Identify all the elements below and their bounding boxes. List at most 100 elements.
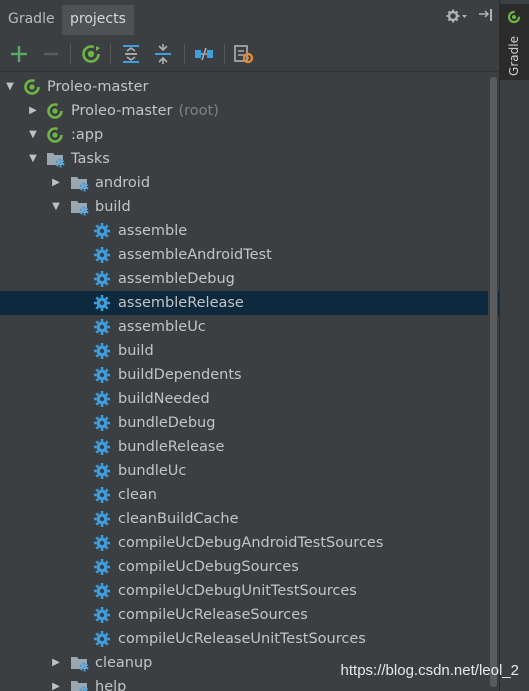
expanded-arrow-icon[interactable]: ▼	[50, 201, 62, 213]
task-row[interactable]: assembleAndroidTest	[0, 243, 500, 267]
task-row[interactable]: clean	[0, 483, 500, 507]
collapsed-arrow-icon[interactable]: ▶	[27, 105, 39, 117]
task-row[interactable]: compileUcDebugUnitTestSources	[0, 579, 500, 603]
expanded-arrow-icon[interactable]: ▼	[27, 153, 39, 165]
tree-node-label: Proleo-master (root)	[71, 103, 219, 119]
tree-node-row[interactable]: ▼ Tasks	[0, 147, 500, 171]
tree-node-label: build	[118, 343, 154, 359]
gear-icon	[93, 534, 111, 552]
tree-node-label: clean	[118, 487, 157, 503]
tree-node-label: bundleUc	[118, 463, 187, 479]
task-row[interactable]: assembleUc	[0, 315, 500, 339]
expanded-arrow-icon[interactable]: ▼	[27, 129, 39, 141]
gear-icon	[93, 318, 111, 336]
gear-icon	[93, 390, 111, 408]
tree-node-row[interactable]: ▼ Proleo-master	[0, 75, 500, 99]
tree-node-label: Proleo-master	[47, 79, 149, 95]
task-row[interactable]: bundleRelease	[0, 435, 500, 459]
expanded-arrow-icon[interactable]: ▼	[4, 81, 16, 93]
task-row[interactable]: buildNeeded	[0, 387, 500, 411]
settings-gear-icon[interactable]	[446, 9, 468, 27]
gear-icon	[93, 366, 111, 384]
toggle-offline-mode-icon[interactable]	[193, 43, 215, 65]
gradle-tool-window: Gradle projects ▼ Proleo-master ▶ Proleo…	[0, 0, 529, 691]
tree-node-label: Tasks	[71, 151, 110, 167]
tree-node-label: assembleRelease	[118, 295, 244, 311]
gear-icon	[93, 462, 111, 480]
gear-icon	[93, 558, 111, 576]
folder-gear-icon	[70, 198, 89, 216]
tree-node-label: :app	[71, 127, 104, 143]
tool-window-title: Gradle	[8, 11, 55, 27]
toolbar-separator	[110, 44, 111, 64]
toolbar-separator	[184, 44, 185, 64]
gradle-module-icon	[46, 102, 64, 120]
toolbar-separator	[224, 44, 225, 64]
task-row[interactable]: compileUcDebugAndroidTestSources	[0, 531, 500, 555]
folder-gear-icon	[70, 654, 89, 672]
watermark-url: https://blog.csdn.net/leol_2	[340, 662, 519, 679]
refresh-gradle-icon[interactable]	[80, 43, 102, 65]
hide-panel-icon[interactable]	[478, 9, 494, 27]
task-row[interactable]: compileUcDebugSources	[0, 555, 500, 579]
gear-icon	[93, 510, 111, 528]
task-row[interactable]: cleanBuildCache	[0, 507, 500, 531]
task-row[interactable]: assembleDebug	[0, 267, 500, 291]
scrollbar-thumb[interactable]	[490, 77, 497, 687]
tree-node-label: bundleRelease	[118, 439, 225, 455]
collapsed-arrow-icon[interactable]: ▶	[50, 681, 62, 691]
tree-node-row[interactable]: ▼ build	[0, 195, 500, 219]
gear-icon	[93, 438, 111, 456]
tree-node-label: cleanBuildCache	[118, 511, 239, 527]
tree-node-label: assembleAndroidTest	[118, 247, 272, 263]
task-row[interactable]: bundleUc	[0, 459, 500, 483]
tree-node-row[interactable]: ▶ Proleo-master (root)	[0, 99, 500, 123]
collapsed-arrow-icon[interactable]: ▶	[50, 177, 62, 189]
gear-icon	[93, 606, 111, 624]
tree-node-label: cleanup	[95, 655, 153, 671]
vertical-scrollbar[interactable]	[488, 75, 498, 691]
gradle-settings-icon[interactable]	[233, 43, 255, 65]
toolbar-separator	[70, 44, 71, 64]
gear-icon	[93, 414, 111, 432]
task-row[interactable]: compileUcReleaseSources	[0, 603, 500, 627]
tree-node-label: android	[95, 175, 151, 191]
gear-icon	[93, 222, 111, 240]
remove-icon[interactable]	[40, 43, 62, 65]
gear-icon	[93, 582, 111, 600]
tree-node-label: compileUcDebugSources	[118, 559, 299, 575]
gear-icon	[93, 294, 111, 312]
expand-all-icon[interactable]	[120, 43, 142, 65]
folder-gear-icon	[46, 150, 65, 168]
folder-gear-icon	[70, 678, 89, 691]
gear-icon	[93, 270, 111, 288]
tree-node-label: build	[95, 199, 131, 215]
tab-projects[interactable]: projects	[62, 5, 134, 35]
tree-node-label: bundleDebug	[118, 415, 216, 431]
task-row[interactable]: buildDependents	[0, 363, 500, 387]
gradle-side-tab-label: Gradle	[507, 36, 521, 76]
gradle-task-tree[interactable]: ▼ Proleo-master ▶ Proleo-master (root) ▼:app ▼…	[0, 75, 500, 691]
tool-window-header: Gradle projects	[0, 0, 500, 36]
tree-node-label: compileUcDebugAndroidTestSources	[118, 535, 384, 551]
tree-node-label: assembleDebug	[118, 271, 235, 287]
task-row[interactable]: build	[0, 339, 500, 363]
task-row[interactable]: bundleDebug	[0, 411, 500, 435]
collapsed-arrow-icon[interactable]: ▶	[50, 657, 62, 669]
gear-icon	[93, 486, 111, 504]
tree-node-label: assemble	[118, 223, 188, 239]
add-icon[interactable]	[8, 43, 30, 65]
gradle-module-icon	[46, 126, 64, 144]
gradle-icon	[507, 10, 521, 28]
gradle-side-tab[interactable]: Gradle	[500, 4, 529, 80]
tree-node-row[interactable]: ▶ android	[0, 171, 500, 195]
tree-node-label: help	[95, 679, 127, 691]
tree-node-sublabel: (root)	[178, 103, 219, 119]
task-row[interactable]: assembleRelease	[0, 291, 500, 315]
collapse-all-icon[interactable]	[152, 43, 174, 65]
task-row[interactable]: assemble	[0, 219, 500, 243]
tree-node-row[interactable]: ▼ :app	[0, 123, 500, 147]
task-row[interactable]: compileUcReleaseUnitTestSources	[0, 627, 500, 651]
tree-node-label: compileUcReleaseUnitTestSources	[118, 631, 366, 647]
tree-node-label: assembleUc	[118, 319, 206, 335]
